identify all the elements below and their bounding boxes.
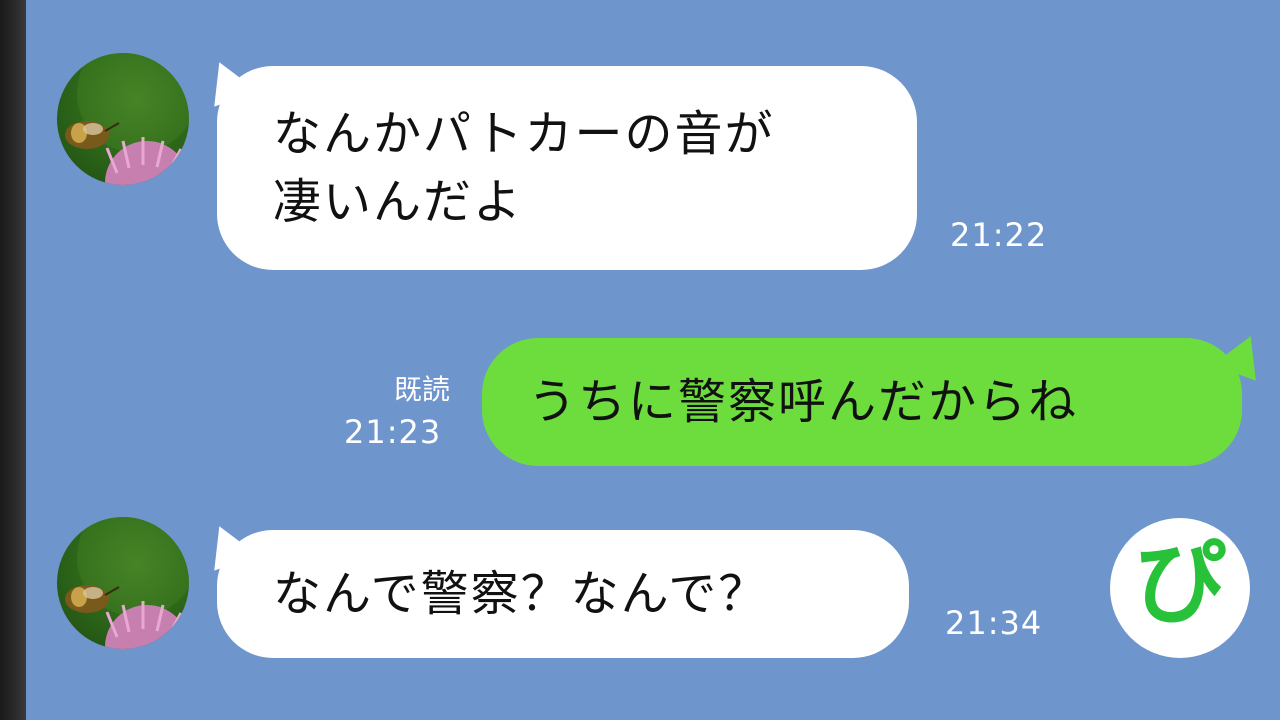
message-time: 21:22 [950, 216, 1048, 254]
channel-logo-badge: ぴ [1110, 518, 1250, 658]
message-bubble-incoming[interactable]: なんかパトカーの音が 凄いんだよ [217, 66, 917, 270]
message-time: 21:23 [344, 413, 442, 451]
channel-logo-text: ぴ [1133, 530, 1226, 637]
bee-on-flower-icon [65, 53, 189, 185]
message-text-line: 凄いんだよ [273, 174, 524, 230]
message-bubble-incoming[interactable]: なんで警察？なんで？ [217, 530, 909, 658]
message-text: なんで警察？なんで？ [273, 566, 769, 622]
message-bubble-outgoing[interactable]: うちに警察呼んだからね [482, 338, 1242, 466]
contact-avatar[interactable] [57, 53, 189, 185]
device-bezel [0, 0, 26, 720]
bee-on-flower-icon [65, 517, 189, 649]
message-text-line: なんかパトカーの音が [273, 106, 775, 162]
message-text: うちに警察呼んだからね [528, 374, 1079, 430]
message-time: 21:34 [945, 604, 1043, 642]
contact-avatar[interactable] [57, 517, 189, 649]
read-receipt: 既読 [393, 373, 450, 406]
